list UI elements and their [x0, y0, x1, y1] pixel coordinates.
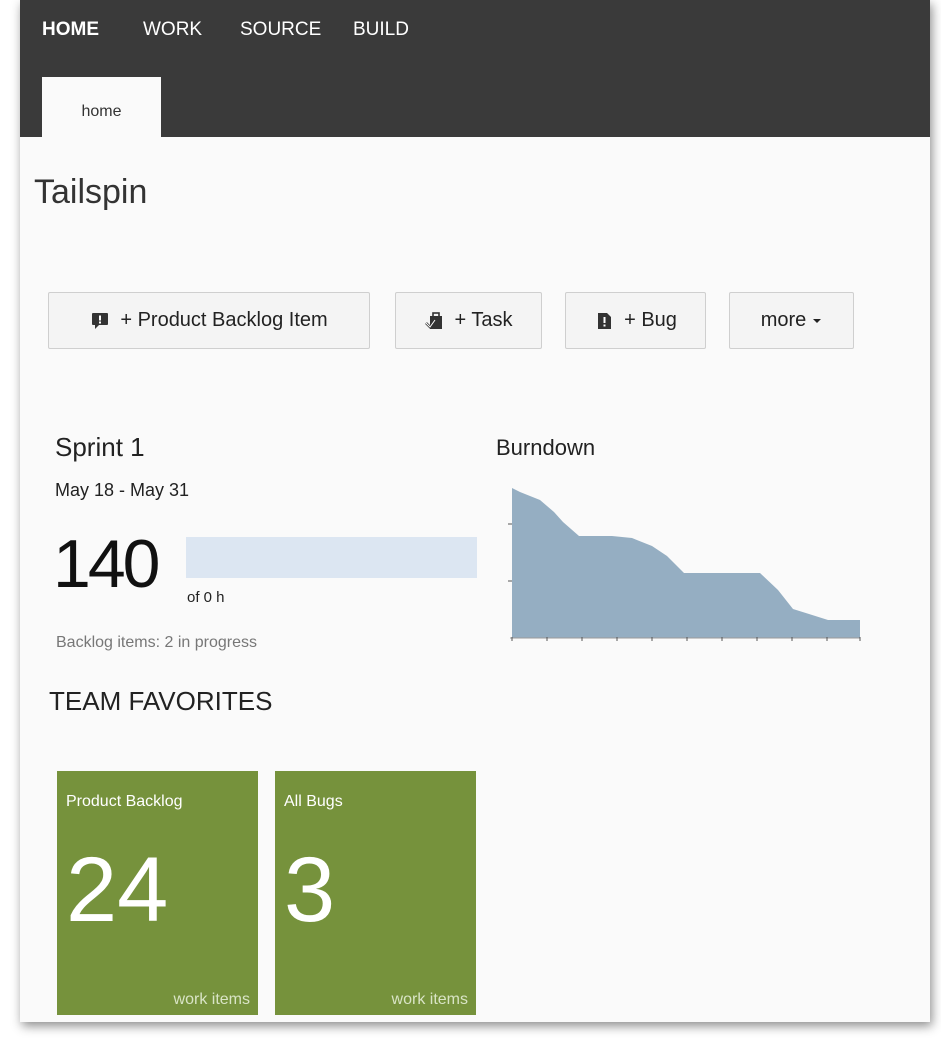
capacity-progress-bar [186, 537, 477, 578]
sprint-dates: May 18 - May 31 [55, 480, 190, 500]
bug-icon [598, 312, 612, 329]
add-product-backlog-item-button[interactable]: + Product Backlog Item [48, 292, 370, 349]
tile-unit: work items [391, 991, 468, 1008]
sprint-title[interactable]: Sprint 1 [55, 432, 145, 463]
tile-unit: work items [173, 991, 250, 1008]
caret-down-icon [813, 318, 822, 323]
add-task-label: + Task [454, 309, 513, 331]
task-icon [424, 311, 442, 329]
add-pbi-label: + Product Backlog Item [120, 309, 328, 331]
tile-name: Product Backlog [66, 793, 183, 810]
more-label: more [760, 309, 807, 331]
tile-count: 24 [66, 839, 169, 941]
remaining-work-count: 140 [53, 526, 160, 602]
tile-name: All Bugs [284, 793, 343, 810]
tile-count: 3 [284, 839, 336, 941]
burndown-area [512, 488, 860, 638]
tile-all-bugs[interactable]: All Bugs 3 work items [275, 771, 476, 1015]
tile-product-backlog[interactable]: Product Backlog 24 work items [57, 771, 258, 1015]
more-dropdown-button[interactable]: more [729, 292, 854, 349]
capacity-progress-fill [186, 537, 477, 578]
burndown-chart[interactable] [502, 476, 867, 644]
app-window: HOME WORK SOURCE BUILD home Tailspin + P… [20, 0, 930, 1022]
nav-build[interactable]: BUILD [353, 19, 409, 41]
backlog-item-icon [92, 312, 109, 329]
backlog-status-link[interactable]: Backlog items: 2 in progress [56, 634, 257, 652]
nav-work[interactable]: WORK [143, 19, 202, 41]
top-navigation-bar: HOME WORK SOURCE BUILD home [20, 0, 930, 137]
page-title: Tailspin [34, 173, 148, 211]
team-favorites-heading: TEAM FAVORITES [49, 686, 273, 716]
add-bug-button[interactable]: + Bug [565, 292, 706, 349]
add-bug-label: + Bug [624, 309, 677, 331]
add-task-button[interactable]: + Task [395, 292, 542, 349]
capacity-text: of 0 h [187, 589, 225, 606]
burndown-title: Burndown [496, 435, 596, 460]
y-ticks [508, 523, 512, 582]
nav-home[interactable]: HOME [42, 19, 99, 41]
nav-source[interactable]: SOURCE [240, 19, 321, 41]
tab-home[interactable]: home [42, 77, 161, 137]
